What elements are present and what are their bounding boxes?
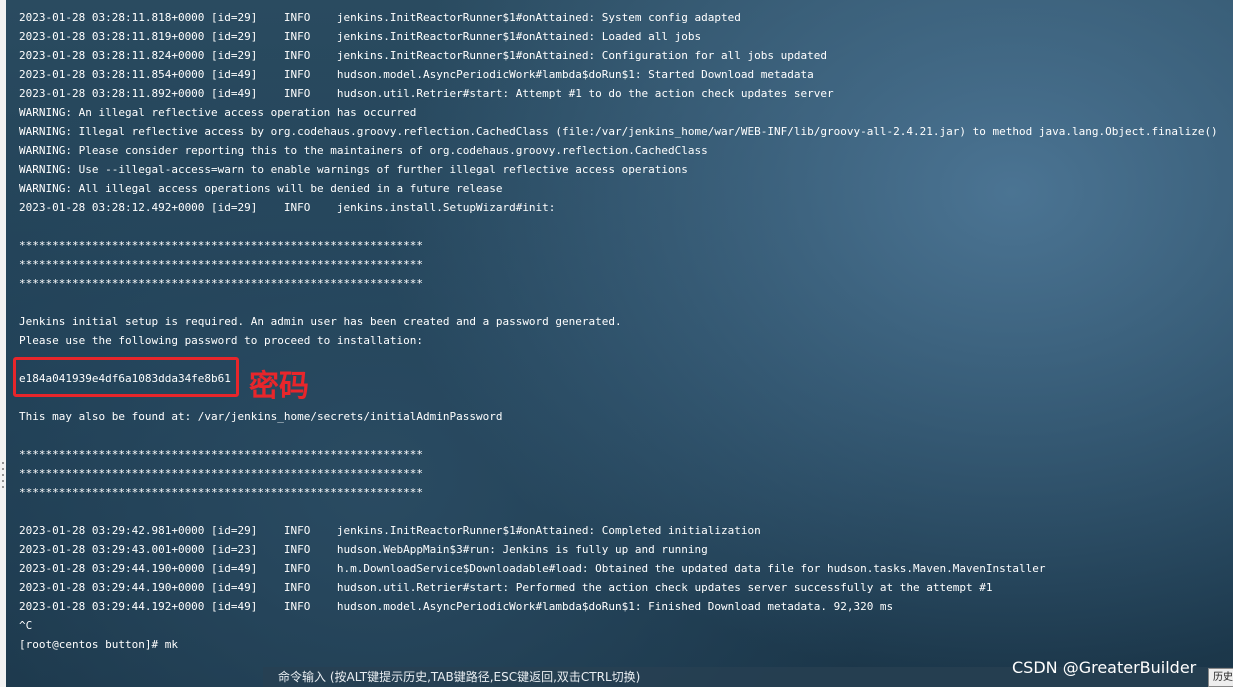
terminal-line: 2023-01-28 03:29:43.001+0000 [id=23] INF… (19, 543, 708, 556)
terminal-line: 2023-01-28 03:29:44.190+0000 [id=49] INF… (19, 562, 1046, 575)
terminal-line: 2023-01-28 03:29:44.192+0000 [id=49] INF… (19, 600, 894, 613)
terminal-line: Please use the following password to pro… (19, 334, 423, 347)
terminal-line: WARNING: Please consider reporting this … (19, 144, 708, 157)
terminal-line: WARNING: Illegal reflective access by or… (19, 125, 1218, 138)
terminal-line: WARNING: Use --illegal-access=warn to en… (19, 163, 688, 176)
terminal-line: WARNING: An illegal reflective access op… (19, 106, 417, 119)
terminal-log: 2023-01-28 03:28:11.818+0000 [id=29] INF… (19, 8, 1218, 654)
terminal-line: This may also be found at: /var/jenkins_… (19, 410, 503, 423)
terminal-output[interactable]: 2023-01-28 03:28:11.818+0000 [id=29] INF… (6, 0, 1233, 687)
ssh-client-window: 2023-01-28 03:28:11.818+0000 [id=29] INF… (0, 0, 1233, 687)
terminal-line: 2023-01-28 03:28:11.819+0000 [id=29] INF… (19, 30, 702, 43)
terminal-line: ^C (19, 619, 33, 632)
terminal-line: 2023-01-28 03:28:11.854+0000 [id=49] INF… (19, 68, 814, 81)
terminal-line: ****************************************… (19, 486, 423, 499)
terminal-line: 2023-01-28 03:28:11.818+0000 [id=29] INF… (19, 11, 741, 24)
terminal-line: ****************************************… (19, 448, 423, 461)
terminal-line: 2023-01-28 03:28:12.492+0000 [id=29] INF… (19, 201, 556, 214)
command-input-hint: 命令输入 (按ALT键提示历史,TAB键路径,ESC键返回,双击CTRL切换) (278, 670, 641, 684)
password-highlight-box (13, 357, 239, 397)
terminal-line: WARNING: All illegal access operations w… (19, 182, 503, 195)
password-annotation-label: 密码 (249, 369, 309, 404)
terminal-line: 2023-01-28 03:29:44.190+0000 [id=49] INF… (19, 581, 993, 594)
terminal-line: 2023-01-28 03:28:11.892+0000 [id=49] INF… (19, 87, 834, 100)
terminal-line: ****************************************… (19, 277, 423, 290)
terminal-line: ****************************************… (19, 258, 423, 271)
history-button[interactable]: 历史 (1208, 668, 1233, 687)
csdn-watermark: CSDN @GreaterBuilder (1012, 658, 1197, 677)
terminal-line: 2023-01-28 03:28:11.824+0000 [id=29] INF… (19, 49, 827, 62)
terminal-line: ****************************************… (19, 467, 423, 480)
terminal-line: [root@centos button]# mk (19, 638, 178, 651)
terminal-line: Jenkins initial setup is required. An ad… (19, 315, 622, 328)
terminal-line: ****************************************… (19, 239, 423, 252)
terminal-line: 2023-01-28 03:29:42.981+0000 [id=29] INF… (19, 524, 761, 537)
resize-handle-icon[interactable] (1, 462, 4, 488)
